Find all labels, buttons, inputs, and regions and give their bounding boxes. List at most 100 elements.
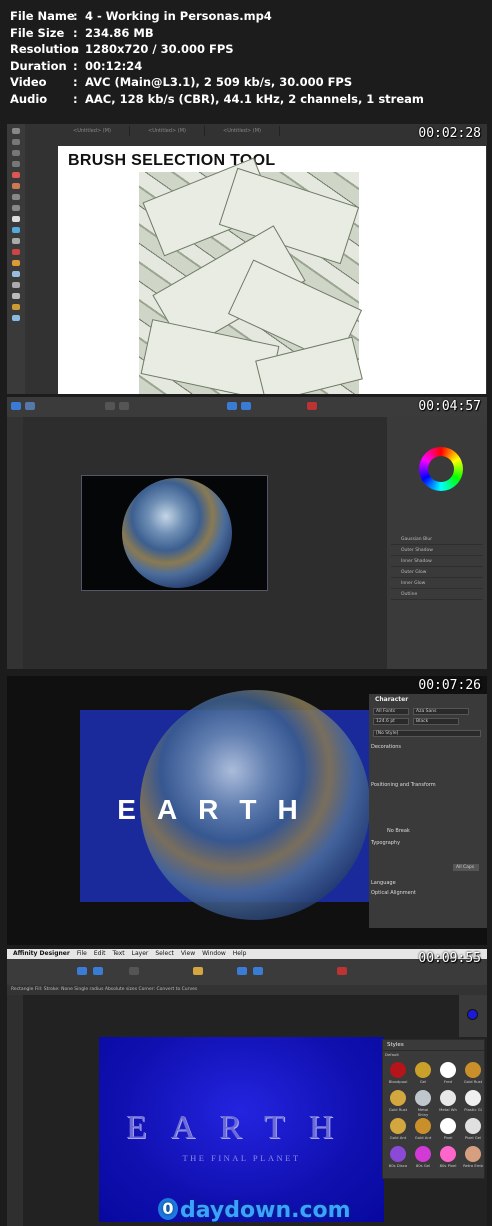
toolbar-button[interactable] bbox=[105, 402, 115, 410]
clone-icon[interactable] bbox=[12, 238, 20, 244]
menu-bar: Affinity Designer File Edit Text Layer S… bbox=[7, 949, 487, 959]
earth-subtitle[interactable]: THE FINAL PLANET bbox=[99, 1153, 384, 1163]
section-typography[interactable]: Typography bbox=[371, 840, 400, 846]
context-toolbar[interactable]: Rectangle Fill: Stroke: None Single radi… bbox=[7, 985, 487, 995]
style-swatch[interactable] bbox=[465, 1090, 481, 1106]
style-swatch[interactable] bbox=[415, 1090, 431, 1106]
style-swatch[interactable] bbox=[390, 1062, 406, 1078]
style-swatch[interactable] bbox=[390, 1090, 406, 1106]
color-icon[interactable] bbox=[337, 967, 347, 975]
effect-outer-glow[interactable]: Outer Glow bbox=[391, 568, 483, 578]
document-canvas[interactable] bbox=[81, 475, 268, 591]
document-canvas[interactable]: BRUSH SELECTION TOOL bbox=[58, 146, 486, 394]
style-swatch[interactable] bbox=[465, 1118, 481, 1134]
info-key: File Size bbox=[10, 25, 65, 40]
style-swatch[interactable] bbox=[415, 1146, 431, 1162]
blur-icon[interactable] bbox=[12, 271, 20, 277]
style-swatch[interactable] bbox=[440, 1118, 456, 1134]
red-eye-icon[interactable] bbox=[12, 249, 20, 255]
ellipse-select-icon[interactable] bbox=[12, 150, 20, 156]
font-family-field[interactable]: Aza Sans bbox=[413, 708, 469, 715]
effect-outline[interactable]: Outline bbox=[391, 590, 483, 600]
font-color-field[interactable]: Black bbox=[413, 718, 459, 725]
toolbar-button[interactable] bbox=[193, 967, 203, 975]
move-tool-icon[interactable] bbox=[12, 128, 20, 134]
style-swatch[interactable] bbox=[415, 1062, 431, 1078]
eraser-icon[interactable] bbox=[12, 216, 20, 222]
style-swatch[interactable] bbox=[465, 1062, 481, 1078]
font-collection[interactable]: All Fonts bbox=[373, 708, 409, 715]
style-swatch[interactable] bbox=[440, 1062, 456, 1078]
persona-designer-icon[interactable] bbox=[77, 967, 87, 975]
lasso-icon[interactable] bbox=[12, 172, 20, 178]
info-row: Resolution:1280x720 / 30.000 FPS bbox=[10, 42, 234, 57]
menu-layer[interactable]: Layer bbox=[132, 949, 149, 959]
section-optical-alignment[interactable]: Optical Alignment bbox=[371, 890, 416, 896]
color-wheel[interactable] bbox=[419, 447, 463, 491]
effect-outer-shadow[interactable]: Outer Shadow bbox=[391, 546, 483, 556]
menu-window[interactable]: Window bbox=[202, 949, 226, 959]
style-swatch-label: Gold Rust bbox=[388, 1107, 408, 1112]
font-size-field[interactable]: 124.6 pt bbox=[373, 718, 409, 725]
tab-untitled-2[interactable]: <Untitled> (M) bbox=[130, 126, 205, 136]
effect-inner-glow[interactable]: Inner Glow bbox=[391, 579, 483, 589]
style-swatch-label: Pixel Gel bbox=[464, 1135, 482, 1140]
style-field[interactable]: [No Style] bbox=[373, 730, 481, 737]
rect-select-icon[interactable] bbox=[12, 139, 20, 145]
effect-gaussian-blur[interactable]: Gaussian Blur bbox=[391, 535, 483, 545]
toolbar-button[interactable] bbox=[119, 402, 129, 410]
info-row: File Name:4 - Working in Personas.mp4 bbox=[10, 9, 272, 23]
style-swatch[interactable] bbox=[390, 1146, 406, 1162]
color-icon[interactable] bbox=[307, 402, 317, 410]
timestamp: 00:04:57 bbox=[418, 399, 481, 414]
no-break-label[interactable]: No Break bbox=[387, 828, 410, 834]
hand-icon[interactable] bbox=[12, 304, 20, 310]
align-icon[interactable] bbox=[227, 402, 237, 410]
menu-text[interactable]: Text bbox=[112, 949, 124, 959]
earth-text[interactable]: EARTH bbox=[80, 794, 356, 826]
tab-untitled-3[interactable]: <Untitled> (M) bbox=[205, 126, 280, 136]
section-positioning[interactable]: Positioning and Transform bbox=[371, 782, 436, 788]
smudge-icon[interactable] bbox=[12, 282, 20, 288]
fill-color-swatch[interactable] bbox=[467, 1009, 478, 1020]
zoom-icon[interactable] bbox=[12, 315, 20, 321]
style-swatch[interactable] bbox=[440, 1146, 456, 1162]
align-icon[interactable] bbox=[237, 967, 247, 975]
menu-edit[interactable]: Edit bbox=[94, 949, 106, 959]
align-icon[interactable] bbox=[241, 402, 251, 410]
style-swatch[interactable] bbox=[465, 1146, 481, 1162]
persona-pixel-icon[interactable] bbox=[11, 402, 21, 410]
pen-icon[interactable] bbox=[12, 293, 20, 299]
video-frame-1: <Untitled> (M) <Untitled> (M) <Untitled>… bbox=[7, 124, 487, 394]
menu-file[interactable]: File bbox=[77, 949, 87, 959]
style-swatch[interactable] bbox=[390, 1118, 406, 1134]
section-language[interactable]: Language bbox=[371, 880, 396, 886]
effect-inner-shadow[interactable]: Inner Shadow bbox=[391, 557, 483, 567]
info-row: Duration:00:12:24 bbox=[10, 58, 143, 73]
video-frame-3: EARTH Character All Fonts Aza Sans 124.6… bbox=[7, 676, 487, 945]
menu-app[interactable]: Affinity Designer bbox=[13, 949, 70, 959]
tab-untitled-1[interactable]: <Untitled> (M) bbox=[55, 126, 130, 136]
all-caps-button[interactable]: All Caps bbox=[453, 864, 479, 871]
document-canvas[interactable]: EARTH bbox=[80, 690, 380, 920]
fill-icon[interactable] bbox=[12, 227, 20, 233]
burn-icon[interactable] bbox=[12, 260, 20, 266]
style-swatch[interactable] bbox=[415, 1118, 431, 1134]
menu-view[interactable]: View bbox=[181, 949, 195, 959]
paint-brush-icon[interactable] bbox=[12, 205, 20, 211]
section-decorations[interactable]: Decorations bbox=[371, 744, 401, 750]
column-select-icon[interactable] bbox=[12, 161, 20, 167]
styles-category[interactable]: Default bbox=[385, 1052, 407, 1057]
crop-icon[interactable] bbox=[12, 194, 20, 200]
document-canvas[interactable]: EARTH THE FINAL PLANET bbox=[99, 1037, 384, 1222]
menu-help[interactable]: Help bbox=[233, 949, 247, 959]
toolbar-button[interactable] bbox=[129, 967, 139, 975]
align-icon[interactable] bbox=[253, 967, 263, 975]
style-swatch[interactable] bbox=[440, 1090, 456, 1106]
persona-pixel-icon[interactable] bbox=[93, 967, 103, 975]
style-swatch-label: Retro Emb bbox=[463, 1163, 483, 1168]
menu-select[interactable]: Select bbox=[155, 949, 174, 959]
persona-photo-icon[interactable] bbox=[25, 402, 35, 410]
earth-text[interactable]: EARTH bbox=[99, 1109, 384, 1147]
brush-selection-icon[interactable] bbox=[12, 183, 20, 189]
